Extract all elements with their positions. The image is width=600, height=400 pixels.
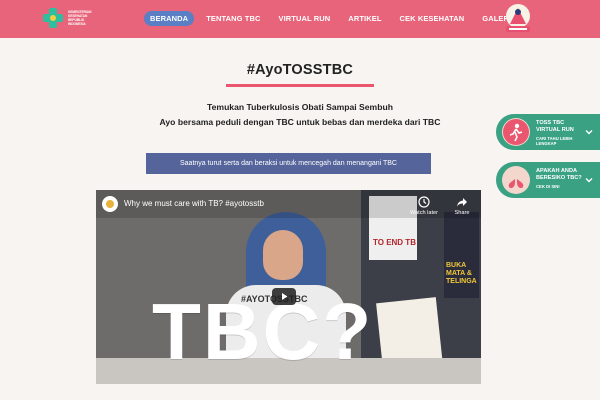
chevron-down-icon xyxy=(585,178,593,183)
nav-item-beranda[interactable]: BERANDA xyxy=(144,11,195,26)
side-widget-subtitle: CARI TAHU LEBIH LENGKAP xyxy=(536,136,573,146)
side-widget-title: TOSS TBC VIRTUAL RUN xyxy=(536,120,574,133)
play-button[interactable] xyxy=(272,288,296,305)
ministry-logo[interactable]: KEMENTERIAN KESEHATAN REPUBLIK INDONESIA xyxy=(42,7,102,29)
kemenkes-logo-icon xyxy=(42,7,64,29)
top-navbar: KEMENTERIAN KESEHATAN REPUBLIK INDONESIA… xyxy=(0,0,600,38)
share-icon xyxy=(457,198,467,207)
poster-buka-mata: BUKA MATA & TELINGA xyxy=(444,212,479,298)
video-overlay-text: TBC? xyxy=(152,287,374,376)
side-widget-risk-check[interactable]: APAKAH ANDA BERESIKO TBC? CEK DI SINI xyxy=(496,162,600,198)
tagline-line-1: Temukan Tuberkulosis Obati Sampai Sembuh xyxy=(207,102,393,112)
presenter-face xyxy=(263,230,303,280)
channel-avatar-dot xyxy=(106,200,114,208)
side-widget-title: APAKAH ANDA BERESIKO TBC? xyxy=(536,168,582,181)
title-underline xyxy=(226,84,374,87)
nav-item-cek-kesehatan[interactable]: CEK KESEHATAN xyxy=(394,11,471,26)
toss-tbc-badge-icon[interactable] xyxy=(500,2,536,36)
play-icon xyxy=(282,293,288,300)
channel-avatar-icon[interactable] xyxy=(102,196,118,212)
video-player[interactable]: TO END TB BUKA MATA & TELINGA #AYOTOSSTB… xyxy=(96,190,481,384)
main-nav: BERANDA TENTANG TBC VIRTUAL RUN ARTIKEL … xyxy=(144,11,517,26)
nav-item-artikel[interactable]: ARTIKEL xyxy=(342,11,387,26)
share-button[interactable]: Share xyxy=(446,196,478,216)
nav-item-virtual-run[interactable]: VIRTUAL RUN xyxy=(273,11,337,26)
share-label: Share xyxy=(454,210,470,216)
side-widget-subtitle: CEK DI SINI xyxy=(536,184,560,189)
tagline: Temukan Tuberkulosis Obati Sampai Sembuh… xyxy=(100,100,500,130)
logo-text: KEMENTERIAN KESEHATAN REPUBLIK INDONESIA xyxy=(68,10,92,26)
watch-later-label: Watch later xyxy=(409,210,439,216)
side-widget-virtual-run[interactable]: TOSS TBC VIRTUAL RUN CARI TAHU LEBIH LEN… xyxy=(496,114,600,150)
page-title: #AyoTOSSTBC xyxy=(246,62,354,78)
clock-icon xyxy=(418,196,430,208)
tagline-line-2: Ayo bersama peduli dengan TBC untuk beba… xyxy=(159,117,441,127)
lungs-icon xyxy=(502,166,530,194)
watch-later-button[interactable]: Watch later xyxy=(408,196,440,216)
poster-buka-mata-text: BUKA MATA & TELINGA xyxy=(446,262,477,285)
chevron-down-icon xyxy=(585,130,593,135)
cta-banner[interactable]: Saatnya turut serta dan beraksi untuk me… xyxy=(146,153,431,174)
runner-icon xyxy=(502,118,530,146)
nav-item-tentang-tbc[interactable]: TENTANG TBC xyxy=(200,11,266,26)
video-title[interactable]: Why we must care with TB? #ayotosstb xyxy=(124,199,264,208)
poster-end-tb-text: TO END TB xyxy=(373,238,416,247)
